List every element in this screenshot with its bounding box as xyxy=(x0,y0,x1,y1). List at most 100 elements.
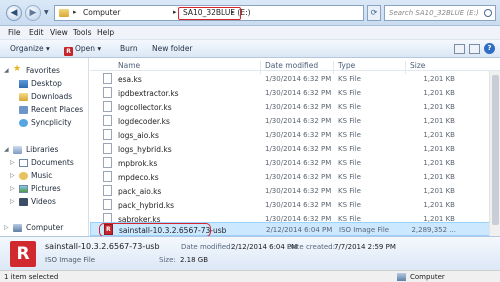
computer-icon xyxy=(397,273,406,281)
new-folder-button[interactable]: New folder xyxy=(152,44,193,53)
view-options-icon[interactable] xyxy=(454,44,465,54)
scrollbar-thumb[interactable] xyxy=(492,75,499,225)
open-button[interactable]: R Open ▾ xyxy=(64,44,101,56)
nav-documents-label: Documents xyxy=(31,158,74,167)
nav-pictures[interactable]: ▷ Pictures xyxy=(0,183,89,195)
back-button[interactable]: ◀ xyxy=(6,5,22,21)
music-icon xyxy=(19,172,28,180)
file-type: KS File xyxy=(338,201,361,209)
file-row[interactable]: logcollector.ks 1/30/2014 6:32 PM KS Fil… xyxy=(90,100,500,114)
file-name: logcollector.ks xyxy=(118,103,172,112)
column-date-modified[interactable]: Date modified xyxy=(265,61,318,70)
desktop-icon xyxy=(19,80,28,88)
forward-button[interactable]: ▶ xyxy=(25,5,41,21)
nav-computer[interactable]: ▷ Computer xyxy=(0,222,89,234)
computer-icon xyxy=(13,224,22,232)
menu-view[interactable]: View xyxy=(50,28,68,37)
nav-documents[interactable]: ▷ Documents xyxy=(0,157,89,169)
menu-file[interactable]: File xyxy=(8,28,21,37)
recent-pages-dropdown[interactable]: ▼ xyxy=(44,9,49,16)
file-row[interactable]: mpbrok.ks 1/30/2014 6:32 PM KS File 1,20… xyxy=(90,156,500,170)
expand-triangle-icon[interactable]: ▷ xyxy=(10,172,15,179)
file-date: 1/30/2014 6:32 PM xyxy=(265,145,332,153)
status-bar: 1 item selected Computer xyxy=(0,270,500,282)
selection-highlight-box xyxy=(99,223,211,236)
selection-count: 1 item selected xyxy=(4,273,59,281)
date-modified-label: Date modified: xyxy=(181,243,233,251)
file-date: 1/30/2014 6:32 PM xyxy=(265,89,332,97)
pictures-icon xyxy=(19,185,28,193)
help-icon[interactable]: ? xyxy=(484,43,495,54)
nav-videos[interactable]: ▷ Videos xyxy=(0,196,89,208)
collapse-triangle-icon[interactable]: ◢ xyxy=(4,67,9,74)
nav-recent-places[interactable]: Recent Places xyxy=(0,104,89,116)
status-location: Computer xyxy=(410,273,445,281)
videos-icon xyxy=(19,198,28,206)
file-row[interactable]: mpdeco.ks 1/30/2014 6:32 PM KS File 1,20… xyxy=(90,170,500,184)
file-date: 2/12/2014 6:04 PM xyxy=(266,226,333,234)
breadcrumb-computer[interactable]: Computer xyxy=(83,8,120,17)
file-icon xyxy=(103,199,112,210)
expand-triangle-icon[interactable]: ▷ xyxy=(10,185,15,192)
file-date: 1/30/2014 6:32 PM xyxy=(265,75,332,83)
address-bar[interactable]: ▸ Computer ▸ SA10_32BLUE (E:) ▸ xyxy=(54,5,364,21)
menu-tools[interactable]: Tools xyxy=(73,28,91,37)
file-type: KS File xyxy=(338,75,361,83)
preview-pane-icon[interactable] xyxy=(469,44,480,54)
file-size: 1,201 KB xyxy=(423,159,455,167)
file-row-selected[interactable]: sainstall-10.3.2.6567-73-usb 2/12/2014 6… xyxy=(90,222,500,236)
chevron-right-icon[interactable]: ▸ xyxy=(73,8,77,16)
file-icon xyxy=(103,87,112,98)
nav-desktop[interactable]: Desktop xyxy=(0,78,89,90)
libraries-icon xyxy=(13,146,22,154)
documents-icon xyxy=(19,159,28,167)
organize-button[interactable]: Organize ▾ xyxy=(10,44,50,53)
file-row[interactable]: ipdbextractor.ks 1/30/2014 6:32 PM KS Fi… xyxy=(90,86,500,100)
file-row[interactable]: esa.ks 1/30/2014 6:32 PM KS File 1,201 K… xyxy=(90,72,500,86)
file-type: KS File xyxy=(338,103,361,111)
nav-libraries[interactable]: ◢ Libraries xyxy=(0,144,89,156)
recent-places-icon xyxy=(19,106,28,114)
downloads-icon xyxy=(19,93,28,101)
file-icon xyxy=(103,73,112,84)
nav-desktop-label: Desktop xyxy=(31,79,62,88)
file-size: 2,289,352 ... xyxy=(411,226,456,234)
refresh-button[interactable]: ⟳ xyxy=(367,5,381,21)
file-type: KS File xyxy=(338,145,361,153)
search-input[interactable]: Search SA10_32BLUE (E:) xyxy=(384,5,496,21)
file-type: KS File xyxy=(338,131,361,139)
column-size[interactable]: Size xyxy=(410,61,425,70)
file-type: KS File xyxy=(338,117,361,125)
file-date: 1/30/2014 6:32 PM xyxy=(265,131,332,139)
nav-syncplicity[interactable]: Syncplicity xyxy=(0,117,89,129)
nav-downloads[interactable]: Downloads xyxy=(0,91,89,103)
menu-edit[interactable]: Edit xyxy=(29,28,44,37)
vertical-scrollbar[interactable] xyxy=(489,71,500,236)
nav-favorites[interactable]: ◢ ★ Favorites xyxy=(0,64,89,77)
expand-triangle-icon[interactable]: ▷ xyxy=(10,198,15,205)
nav-music[interactable]: ▷ Music xyxy=(0,170,89,182)
file-row[interactable]: pack_aio.ks 1/30/2014 6:32 PM KS File 1,… xyxy=(90,184,500,198)
burn-button[interactable]: Burn xyxy=(120,44,138,53)
file-row[interactable]: logdecoder.ks 1/30/2014 6:32 PM KS File … xyxy=(90,114,500,128)
size-value: 2.18 GB xyxy=(180,256,209,264)
column-headers: Name Date modified Type Size xyxy=(90,58,500,74)
file-row[interactable]: logs_hybrid.ks 1/30/2014 6:32 PM KS File… xyxy=(90,142,500,156)
collapse-triangle-icon[interactable]: ◢ xyxy=(4,146,9,153)
file-row[interactable]: logs_aio.ks 1/30/2014 6:32 PM KS File 1,… xyxy=(90,128,500,142)
column-name[interactable]: Name xyxy=(118,61,140,70)
nav-libraries-label: Libraries xyxy=(26,145,59,154)
expand-triangle-icon[interactable]: ▷ xyxy=(4,224,9,231)
iso-file-large-icon: R xyxy=(10,241,36,267)
date-created-label: Date created: xyxy=(287,243,335,251)
expand-triangle-icon[interactable]: ▷ xyxy=(10,159,15,166)
file-date: 1/30/2014 6:32 PM xyxy=(265,201,332,209)
column-type[interactable]: Type xyxy=(338,61,355,70)
chevron-right-icon[interactable]: ▸ xyxy=(173,8,177,16)
folder-icon xyxy=(59,9,69,17)
menu-help[interactable]: Help xyxy=(97,28,114,37)
file-row[interactable]: pack_hybrid.ks 1/30/2014 6:32 PM KS File… xyxy=(90,198,500,212)
file-size: 1,201 KB xyxy=(423,89,455,97)
file-date: 1/30/2014 6:32 PM xyxy=(265,103,332,111)
file-type: KS File xyxy=(338,159,361,167)
